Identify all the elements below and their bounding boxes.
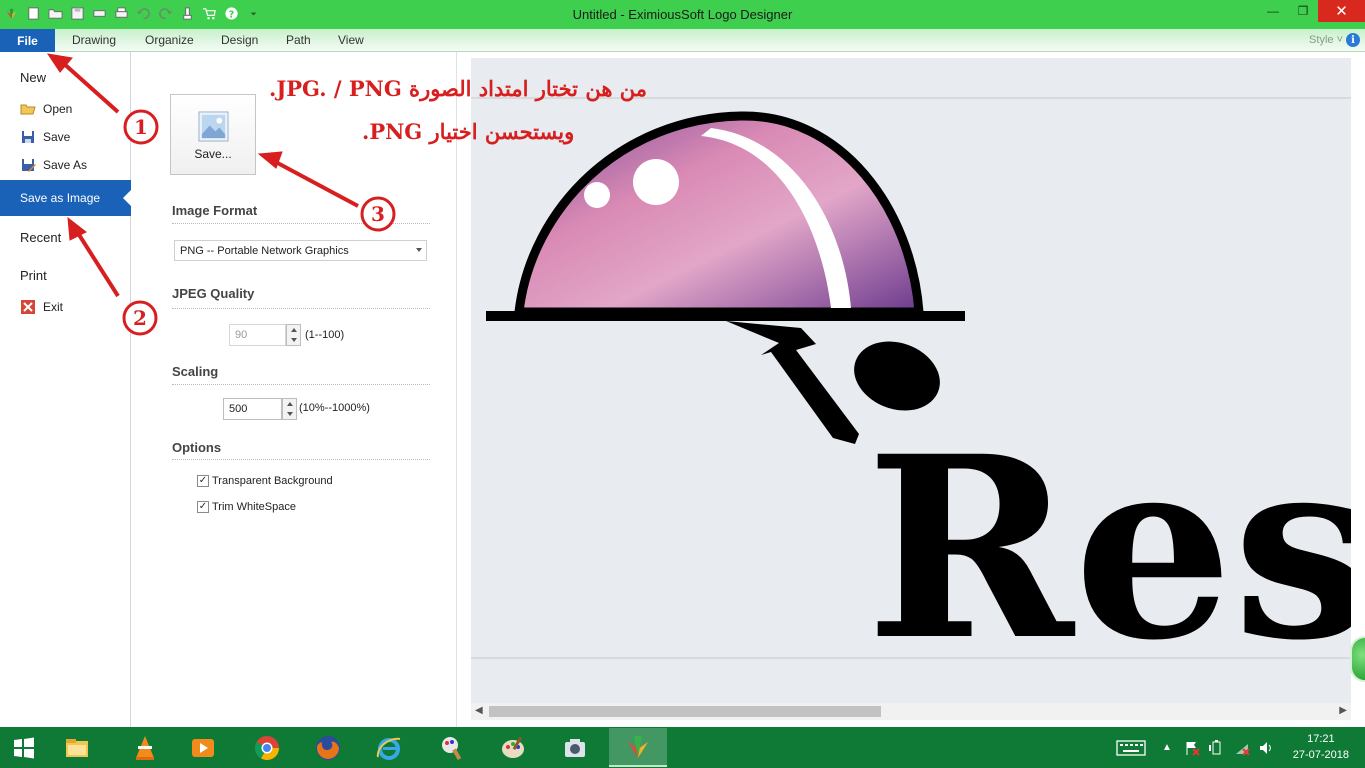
taskbar: ▲ 17:21 27-07-2018 xyxy=(0,727,1365,768)
volume-icon[interactable] xyxy=(1258,740,1274,756)
chrome-icon[interactable] xyxy=(238,728,296,767)
show-hidden-icons-icon[interactable]: ▲ xyxy=(1162,742,1172,753)
system-tray: ▲ xyxy=(1116,727,1274,768)
clock-time: 17:21 xyxy=(1307,733,1335,745)
paint-palette-icon[interactable] xyxy=(484,728,542,767)
start-icon[interactable] xyxy=(0,728,48,767)
clock[interactable]: 17:21 27-07-2018 xyxy=(1293,731,1349,763)
firefox-icon[interactable] xyxy=(299,728,357,767)
annotation-overlay: 1 2 3 xyxy=(46,53,396,336)
clock-date: 27-07-2018 xyxy=(1292,749,1349,761)
marker-1-label: 1 xyxy=(134,115,148,139)
marker-2-label: 2 xyxy=(133,306,147,330)
media-player-icon[interactable] xyxy=(174,728,232,767)
marker-3-label: 3 xyxy=(371,202,385,226)
keyboard-icon[interactable] xyxy=(1116,739,1146,757)
vlc-icon[interactable] xyxy=(116,728,174,767)
battery-icon[interactable] xyxy=(1208,739,1224,756)
camera-icon[interactable] xyxy=(546,728,604,767)
internet-explorer-icon[interactable] xyxy=(360,728,418,767)
flag-icon[interactable] xyxy=(1184,740,1200,756)
logo-designer-icon[interactable] xyxy=(609,728,667,767)
paint-icon[interactable] xyxy=(422,728,480,767)
network-icon[interactable] xyxy=(1234,740,1250,756)
file-explorer-icon[interactable] xyxy=(48,728,106,767)
